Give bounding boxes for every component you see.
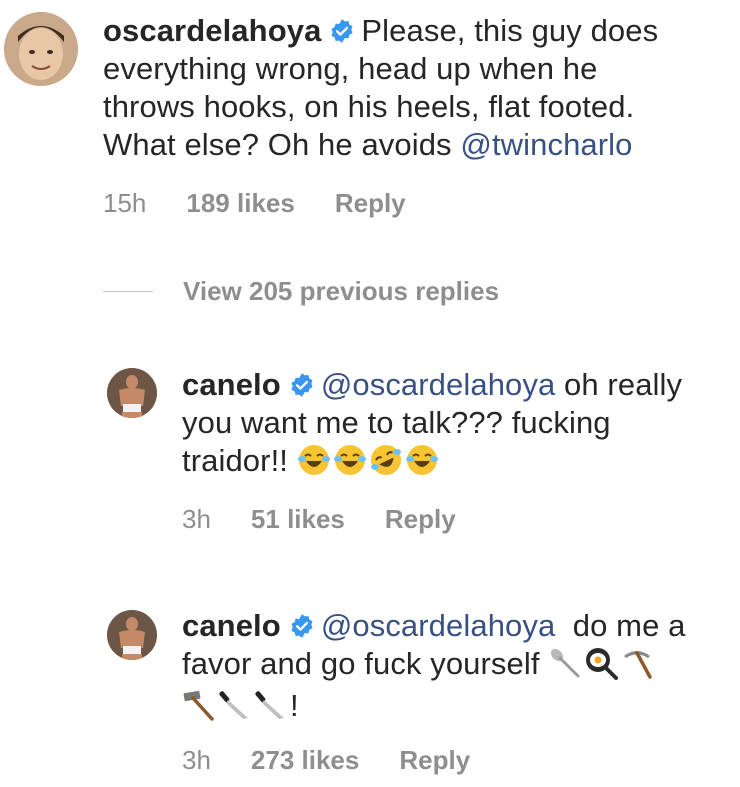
avatar-image xyxy=(107,610,157,660)
likes-count[interactable]: 273 likes xyxy=(251,745,359,776)
laughing-tears-emoji-icon xyxy=(405,443,439,477)
comment-text: ! xyxy=(290,688,299,723)
comment-meta: 3h 273 likes Reply xyxy=(182,745,470,776)
reply-button[interactable]: Reply xyxy=(399,745,470,776)
rolling-laughing-emoji-icon xyxy=(369,443,403,477)
comment-text: everything wrong, head up when he xyxy=(103,51,598,86)
view-replies-label: View 205 previous replies xyxy=(183,276,500,306)
frying-pan-egg-emoji-icon xyxy=(584,646,619,680)
mention-link[interactable]: @oscardelahoya xyxy=(321,367,556,402)
verified-badge-icon xyxy=(329,18,355,44)
comment-text: you want me to talk??? fucking xyxy=(182,405,611,440)
likes-count[interactable]: 189 likes xyxy=(186,188,294,219)
kitchen-knife-emoji-icon xyxy=(218,688,252,722)
avatar[interactable] xyxy=(4,12,78,86)
avatar-image xyxy=(4,12,78,86)
username[interactable]: canelo xyxy=(182,367,281,402)
divider-line xyxy=(103,291,153,292)
avatar-image xyxy=(107,368,157,418)
reply-button[interactable]: Reply xyxy=(385,504,456,535)
mention-link[interactable]: @oscardelahoya xyxy=(321,608,556,643)
kitchen-knife-emoji-icon xyxy=(254,688,288,722)
reply-button[interactable]: Reply xyxy=(335,188,406,219)
hammer-emoji-icon xyxy=(182,688,216,722)
likes-count[interactable]: 51 likes xyxy=(251,504,345,535)
comment-text: What else? Oh he avoids xyxy=(103,127,461,162)
laughing-tears-emoji-icon xyxy=(297,443,331,477)
username[interactable]: oscardelahoya xyxy=(103,13,321,48)
timestamp[interactable]: 3h xyxy=(182,745,211,776)
comment-text: traidor!! xyxy=(182,443,297,478)
comment-text: oh really xyxy=(555,367,683,402)
pick-emoji-icon xyxy=(620,646,654,680)
mention-link[interactable]: @twincharlo xyxy=(460,127,632,162)
verified-badge-icon xyxy=(289,372,315,398)
comment-text: favor and go fuck yourself xyxy=(182,646,549,681)
comment-text: Please, this guy does xyxy=(361,13,659,48)
laughing-tears-emoji-icon xyxy=(333,443,367,477)
verified-badge-icon xyxy=(289,613,315,639)
comment-text: do me a xyxy=(555,608,686,643)
timestamp[interactable]: 15h xyxy=(103,188,146,219)
comment-meta: 3h 51 likes Reply xyxy=(182,504,456,535)
comment-meta: 15h 189 likes Reply xyxy=(103,188,406,219)
timestamp[interactable]: 3h xyxy=(182,504,211,535)
comment-text: throws hooks, on his heels, flat footed. xyxy=(103,89,635,124)
username[interactable]: canelo xyxy=(182,608,281,643)
spoon-emoji-icon xyxy=(548,646,582,680)
avatar[interactable] xyxy=(107,368,157,418)
view-previous-replies-button[interactable]: View 205 previous replies xyxy=(103,276,499,307)
avatar[interactable] xyxy=(107,610,157,660)
